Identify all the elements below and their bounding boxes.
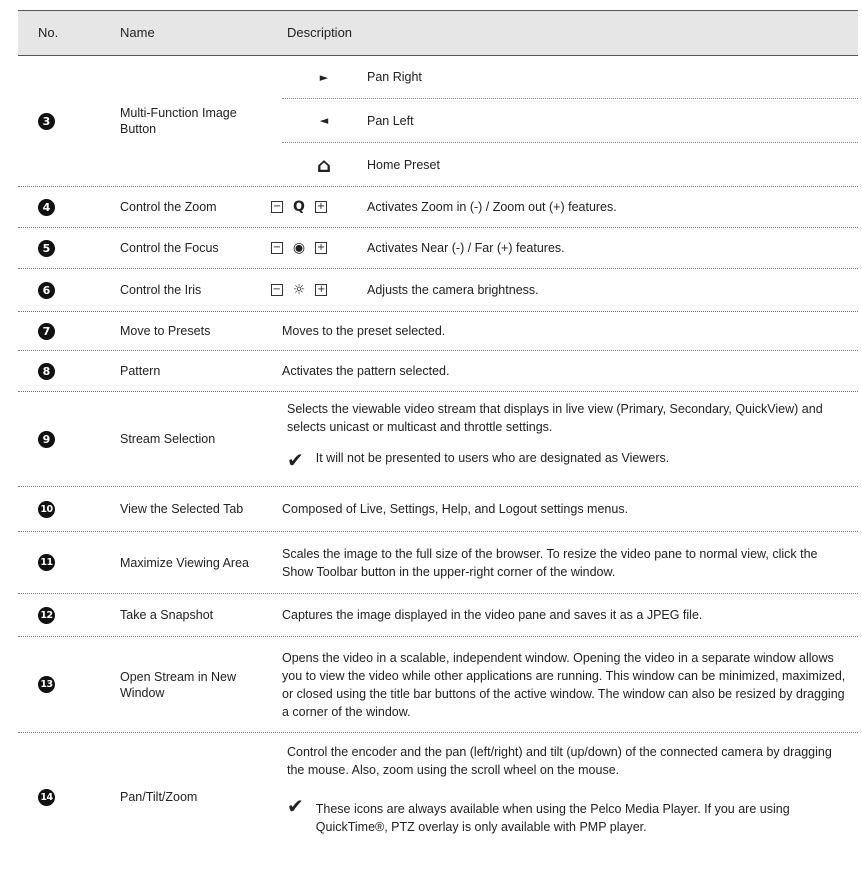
- checkmark-icon: ✔: [287, 794, 304, 818]
- row-name: Control the Zoom: [120, 200, 217, 214]
- row-number-badge: 13: [38, 676, 55, 693]
- row-number-badge: 6: [38, 281, 55, 299]
- row-name: Multi-Function Image Button: [120, 106, 237, 136]
- zoom-icon: Q: [293, 199, 305, 215]
- home-preset-icon: ⌂: [316, 152, 332, 177]
- row-description: Activates Zoom in (-) / Zoom out (+) fea…: [367, 200, 617, 214]
- row-number-badge: 11: [38, 554, 55, 571]
- note-text: It will not be presented to users who ar…: [315, 451, 670, 465]
- row-name: Control the Iris: [120, 283, 202, 297]
- zoom-in-button[interactable]: +: [314, 201, 327, 213]
- table-row: 7 Move to Presets Moves to the preset se…: [18, 312, 858, 351]
- row-name: View the Selected Tab: [120, 502, 244, 516]
- row-number-badge: 14: [38, 788, 55, 806]
- table-row: 6 Control the Iris − ☼ + Adjusts the cam…: [18, 269, 858, 312]
- checkmark-icon: ✔: [287, 448, 304, 472]
- row-number-badge: 9: [38, 430, 55, 448]
- row-name: Move to Presets: [120, 324, 211, 338]
- pan-left-icon: ◄: [319, 114, 329, 127]
- header-no: No.: [38, 25, 59, 40]
- table-row: 5 Control the Focus − ◉ + Activates Near…: [18, 228, 858, 269]
- focus-near-button[interactable]: −: [270, 242, 283, 254]
- row-description: Moves to the preset selected.: [282, 324, 446, 338]
- row-description: Captures the image displayed in the vide…: [282, 608, 703, 622]
- row-description: Control the encoder and the pan (left/ri…: [287, 745, 832, 777]
- row-name: Pattern: [120, 364, 161, 378]
- sub-row: ◄ Pan Left: [282, 99, 858, 143]
- row-number-badge: 3: [38, 112, 55, 130]
- iris-minus-button[interactable]: −: [270, 284, 283, 296]
- row-name: Take a Snapshot: [120, 608, 214, 622]
- row-description: Scales the image to the full size of the…: [282, 546, 818, 579]
- header-description: Description: [287, 25, 353, 40]
- focus-eye-icon: ◉: [292, 240, 306, 256]
- zoom-out-button[interactable]: −: [271, 201, 284, 213]
- row-number-badge: 4: [38, 198, 55, 216]
- table-row: 12 Take a Snapshot Captures the image di…: [18, 594, 858, 637]
- table-row: 11 Maximize Viewing Area Scales the imag…: [18, 532, 858, 594]
- row-description: Opens the video in a scalable, independe…: [282, 650, 846, 719]
- sub-row-text: Pan Left: [367, 113, 414, 128]
- row-number-badge: 7: [38, 322, 55, 340]
- row-description: Selects the viewable video stream that d…: [287, 402, 823, 434]
- row-description: Composed of Live, Settings, Help, and Lo…: [282, 502, 629, 516]
- focus-far-button[interactable]: +: [315, 242, 328, 254]
- row-name: Pan/Tilt/Zoom: [120, 790, 198, 804]
- table-row: 3 Multi-Function Image Button ► Pan Righ…: [18, 56, 858, 187]
- pan-right-icon: ►: [319, 70, 329, 84]
- table-row: 9 Stream Selection Selects the viewable …: [18, 392, 858, 487]
- table-header: No. Name Description: [18, 11, 858, 56]
- table-row: 14 Pan/Tilt/Zoom Control the encoder and…: [18, 733, 858, 861]
- sub-row-text: Pan Right: [367, 70, 422, 84]
- row-description: Adjusts the camera brightness.: [367, 283, 539, 297]
- row-name: Maximize Viewing Area: [120, 555, 249, 570]
- iris-icon: ☼: [292, 282, 306, 298]
- row-name: Control the Focus: [120, 241, 219, 255]
- row-number-badge: 8: [38, 362, 55, 380]
- header-name: Name: [120, 25, 155, 40]
- table-row: 8 Pattern Activates the pattern selected…: [18, 351, 858, 392]
- sub-row-text: Home Preset: [367, 157, 440, 172]
- sub-row: ⌂ Home Preset: [282, 143, 858, 186]
- row-description: Activates the pattern selected.: [282, 364, 450, 378]
- row-name: Stream Selection: [120, 432, 216, 446]
- table-row: 4 Control the Zoom − Q + Activates Zoom …: [18, 187, 858, 228]
- table-row: 13 Open Stream in New Window Opens the v…: [18, 637, 858, 733]
- note-text: These icons are always available when us…: [315, 802, 790, 834]
- spec-table: No. Name Description 3 Multi-Function Im…: [0, 0, 862, 876]
- row-number-badge: 5: [38, 239, 55, 257]
- table-row: 10 View the Selected Tab Composed of Liv…: [18, 487, 858, 532]
- row-number-badge: 10: [38, 500, 55, 518]
- iris-plus-button[interactable]: +: [315, 284, 328, 296]
- note: ✔ It will not be presented to users who …: [287, 448, 847, 472]
- note: ✔ These icons are always available when …: [287, 794, 827, 836]
- row-name: Open Stream in New Window: [120, 669, 237, 700]
- sub-row: ► Pan Right: [282, 56, 858, 99]
- row-number-badge: 12: [38, 606, 55, 624]
- row-description: Activates Near (-) / Far (+) features.: [367, 241, 565, 255]
